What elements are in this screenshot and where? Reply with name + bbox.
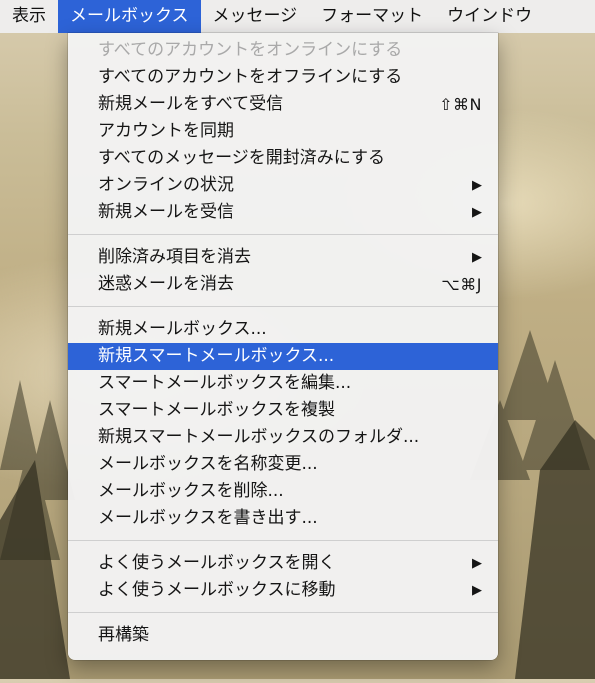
- menu-item[interactable]: 削除済み項目を消去 ▶: [68, 244, 498, 271]
- menu-item[interactable]: メールボックスを削除...: [68, 478, 498, 505]
- menu-item-label: 新規メールを受信: [98, 202, 234, 222]
- menubar-item-view[interactable]: 表示: [0, 0, 58, 33]
- menubar-item-format[interactable]: フォーマット: [309, 0, 435, 33]
- menu-item[interactable]: 新規メールをすべて受信 ⇧⌘N: [68, 91, 498, 118]
- menu-item[interactable]: 新規スマートメールボックス...: [68, 343, 498, 370]
- menu-item[interactable]: 新規スマートメールボックスのフォルダ...: [68, 424, 498, 451]
- menu-item-label: メールボックスを名称変更...: [98, 454, 318, 474]
- submenu-arrow-icon: ▶: [472, 556, 482, 571]
- menu-item[interactable]: メールボックスを書き出す...: [68, 505, 498, 532]
- menubar-item-window[interactable]: ウインドウ: [435, 0, 544, 33]
- menu-item-label: よく使うメールボックスを開く: [98, 553, 336, 573]
- menu-item-label: スマートメールボックスを編集...: [98, 373, 352, 393]
- menu-item[interactable]: アカウントを同期: [68, 118, 498, 145]
- menu-item[interactable]: 再構築: [68, 622, 498, 649]
- menu-item-label: メールボックスを削除...: [98, 481, 284, 501]
- shortcut-label: ⌥⌘J: [441, 275, 482, 294]
- menu-separator: [68, 612, 498, 613]
- menu-separator: [68, 540, 498, 541]
- menu-item-label: メールボックスを書き出す...: [98, 508, 318, 528]
- menu-item[interactable]: よく使うメールボックスに移動 ▶: [68, 577, 498, 604]
- menu-item-label: 迷惑メールを消去: [98, 274, 234, 294]
- menu-item-label: すべてのアカウントをオンラインにする: [98, 40, 403, 60]
- menu-item-label: よく使うメールボックスに移動: [98, 580, 336, 600]
- shortcut-label: ⇧⌘N: [439, 95, 482, 114]
- menu-item-label: すべてのメッセージを開封済みにする: [98, 148, 385, 168]
- submenu-arrow-icon: ▶: [472, 205, 482, 220]
- menu-item[interactable]: よく使うメールボックスを開く ▶: [68, 550, 498, 577]
- menu-item[interactable]: 新規メールを受信 ▶: [68, 199, 498, 226]
- menu-separator: [68, 234, 498, 235]
- menu-item-label: 再構築: [98, 625, 149, 645]
- menu-item[interactable]: すべてのアカウントをオフラインにする: [68, 64, 498, 91]
- submenu-arrow-icon: ▶: [472, 178, 482, 193]
- menu-item-label: 新規スマートメールボックスのフォルダ...: [98, 427, 420, 447]
- menu-bar: 表示 メールボックス メッセージ フォーマット ウインドウ: [0, 0, 595, 33]
- menubar-item-message[interactable]: メッセージ: [201, 0, 310, 33]
- menu-item[interactable]: すべてのメッセージを開封済みにする: [68, 145, 498, 172]
- menu-item[interactable]: スマートメールボックスを複製: [68, 397, 498, 424]
- menu-item[interactable]: 新規メールボックス...: [68, 316, 498, 343]
- menu-item[interactable]: オンラインの状況 ▶: [68, 172, 498, 199]
- menu-separator: [68, 306, 498, 307]
- submenu-arrow-icon: ▶: [472, 583, 482, 598]
- menu-item: すべてのアカウントをオンラインにする: [68, 37, 498, 64]
- menubar-item-mailbox[interactable]: メールボックス: [58, 0, 201, 33]
- menu-item[interactable]: メールボックスを名称変更...: [68, 451, 498, 478]
- menu-item-label: 新規メールボックス...: [98, 319, 267, 339]
- menu-item-label: 新規スマートメールボックス...: [98, 346, 335, 366]
- menu-item[interactable]: スマートメールボックスを編集...: [68, 370, 498, 397]
- menu-item-label: オンラインの状況: [98, 175, 234, 195]
- menu-item-label: 新規メールをすべて受信: [98, 94, 284, 114]
- submenu-arrow-icon: ▶: [472, 250, 482, 265]
- mailbox-dropdown-menu: すべてのアカウントをオンラインにする すべてのアカウントをオフラインにする 新規メー…: [68, 33, 498, 660]
- menu-item[interactable]: 迷惑メールを消去 ⌥⌘J: [68, 271, 498, 298]
- menu-item-label: アカウントを同期: [98, 121, 234, 141]
- menu-item-label: 削除済み項目を消去: [98, 247, 251, 267]
- menu-item-label: すべてのアカウントをオフラインにする: [98, 67, 403, 87]
- menu-item-label: スマートメールボックスを複製: [98, 400, 335, 420]
